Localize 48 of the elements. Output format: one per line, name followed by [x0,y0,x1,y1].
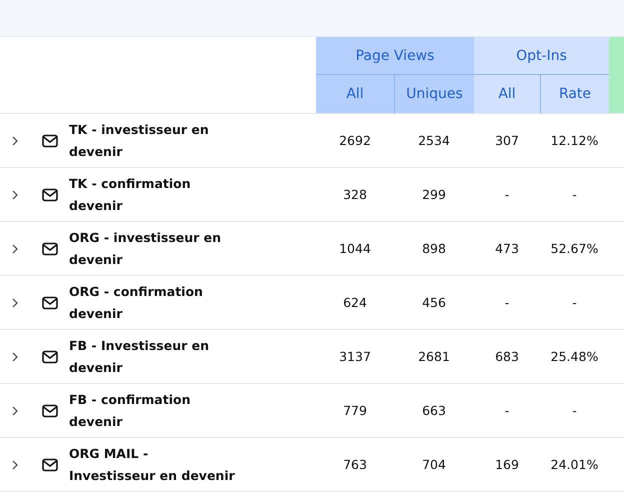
row-title: FB - confirmation devenir [69,390,190,430]
envelope-icon [41,456,59,474]
row-title: FB - Investisseur en devenir [69,336,209,376]
envelope-icon [41,402,59,420]
table-cell: 52.67% [540,222,609,276]
table-cell: 2692 [316,114,394,168]
table-cell: 24.01% [540,438,609,492]
table-cell: 456 [394,276,474,330]
table-cell: 763 [316,438,394,492]
table-cell: 2681 [394,330,474,384]
table-cell: 328 [316,168,394,222]
envelope-icon [41,186,59,204]
table-cell: - [540,276,609,330]
column-group-header: Opt-Ins [474,37,609,75]
table-cell: - [474,168,540,222]
column-group-header: Page Views [316,37,474,75]
table-cell: 1044 [316,222,394,276]
table-cell: 169 [474,438,540,492]
table-cell: 2534 [394,114,474,168]
table-cell: 624 [316,276,394,330]
row-title: TK - investisseur en devenir [69,120,209,160]
table-cell: - [474,276,540,330]
table-cell: 25.48% [540,330,609,384]
table-cell: 3137 [316,330,394,384]
table-cell: 299 [394,168,474,222]
column-header[interactable]: All [474,75,540,114]
row-title: ORG MAIL - Investisseur en devenir [69,444,235,484]
column-header[interactable]: Rate [540,75,609,114]
envelope-icon [41,294,59,312]
table-cell: 704 [394,438,474,492]
table-cell: - [540,384,609,438]
row-title: ORG - investisseur en devenir [69,228,222,268]
table-cell: 663 [394,384,474,438]
table-cell: 473 [474,222,540,276]
envelope-icon [41,240,59,258]
column-header[interactable]: All [316,75,394,114]
table-cell: - [540,168,609,222]
table-cell: 779 [316,384,394,438]
row-title: TK - confirmation devenir [69,174,191,214]
table-cell: 898 [394,222,474,276]
row-title: ORG - confirmation devenir [69,282,203,322]
envelope-icon [41,132,59,150]
column-header[interactable]: Uniques [394,75,474,114]
envelope-icon [41,348,59,366]
table-cell: 683 [474,330,540,384]
table-cell: - [474,384,540,438]
table-cell: 307 [474,114,540,168]
table-cell: 12.12% [540,114,609,168]
